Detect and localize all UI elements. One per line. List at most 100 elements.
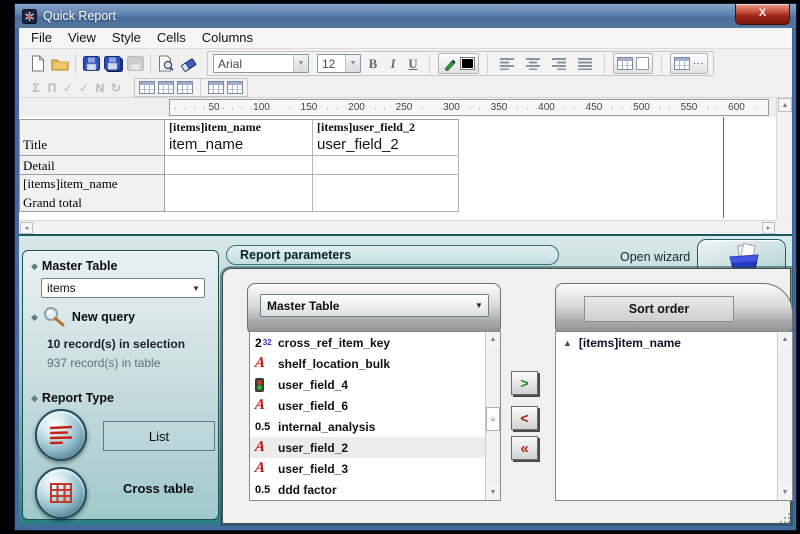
add-field-button[interactable]: > [511,371,538,395]
field-list-item[interactable]: 232cross_ref_item_key [250,332,485,353]
list-label: List [149,429,169,444]
font-color-button[interactable] [438,53,479,74]
master-table-value: items [42,281,188,295]
real-type-icon: 0.5 [254,484,278,496]
menu-view[interactable]: View [60,28,104,48]
add-row-icon[interactable] [158,81,174,94]
title-bar[interactable]: Quick Report X [15,4,796,28]
ruler-tick-label: 600 [726,102,747,114]
resize-grip[interactable] [784,517,786,519]
field-list-item[interactable]: Ashelf_location_bulk [250,353,485,374]
field-list-item[interactable]: user_field_4 [250,374,485,395]
scroll-thumb[interactable]: ≡ [486,407,500,431]
horizontal-scrollbar[interactable]: ◂ ▸ [19,220,776,234]
horizontal-ruler[interactable]: 50100150200250300350400450500550600 [169,99,769,116]
format-eraser-icon[interactable] [177,54,199,74]
scroll-down-arrow[interactable]: ▼ [778,485,792,500]
cell-borders-button[interactable]: ... [670,53,708,74]
scroll-up-arrow[interactable]: ▲ [778,98,792,112]
combo-arrow-icon[interactable]: ▼ [470,301,488,310]
detail-cell[interactable] [313,156,459,175]
field-list-item[interactable]: 0.5internal_analysis [250,416,485,437]
toolbar-separator [661,54,662,74]
font-family-select[interactable]: Arial ▼ [213,54,309,73]
combo-arrow-icon[interactable]: ▼ [345,55,360,72]
row-label-grand-total[interactable]: Grand total [19,193,165,212]
title-cell-item-name[interactable]: item_name [165,134,313,156]
menu-style[interactable]: Style [104,28,149,48]
ruler-tick-label: 350 [489,102,510,114]
underline-button[interactable]: U [405,56,421,72]
master-table-select[interactable]: items ▼ [41,278,205,298]
bold-button[interactable]: B [365,56,381,72]
sort-scrollbar[interactable]: ▲ ▼ [777,332,792,500]
scroll-left-arrow[interactable]: ◂ [20,222,33,234]
menu-file[interactable]: File [23,28,60,48]
list-report-button[interactable] [35,409,87,461]
sort-order-list[interactable]: ▲[items]item_name ▲ ▼ [555,331,793,501]
scroll-up-arrow[interactable]: ▲ [486,332,500,347]
save-icon[interactable] [80,54,102,74]
open-folder-icon[interactable] [49,54,71,74]
quick-report-window: Quick Report X File View Style Cells Col… [14,3,797,531]
row-column-group [134,78,248,97]
scroll-down-arrow[interactable]: ▼ [486,485,500,500]
repeat-icon: ↻ [108,81,124,95]
row-label-detail[interactable]: Detail [19,156,165,175]
italic-button[interactable]: I [385,56,401,72]
list-type-selected-frame[interactable]: List [103,421,215,451]
scroll-right-arrow[interactable]: ▸ [762,222,775,234]
cross-table-icon [48,482,74,504]
grand-total-cell[interactable] [313,193,459,212]
row-label-title[interactable]: Title [19,134,165,156]
field-list-item[interactable]: Auser_field_3 [250,458,485,479]
field-name: ddd factor [278,483,337,497]
scroll-up-arrow[interactable]: ▲ [778,332,792,347]
sort-list-item[interactable]: ▲[items]item_name [556,332,777,354]
insert-column-right-icon[interactable] [227,81,243,94]
align-center-icon[interactable] [522,54,544,74]
combo-arrow-icon[interactable]: ▼ [293,55,308,72]
sort-field-name: [items]item_name [579,336,681,350]
menu-cells[interactable]: Cells [149,28,194,48]
traffic-light-icon [255,378,264,392]
field-list-item[interactable]: Auser_field_2 [250,437,485,458]
cross-table-report-button[interactable] [35,467,87,519]
new-document-icon[interactable] [27,54,49,74]
align-left-icon[interactable] [496,54,518,74]
vertical-scrollbar[interactable]: ▲ ▼ [776,98,792,234]
open-wizard-label: Open wizard [620,250,690,264]
format-group: Arial ▼ 12 ▼ B I U [207,51,714,76]
save-all-icon[interactable] [102,54,124,74]
sort-order-container: Sort order [555,283,793,335]
field-table-value: Master Table [261,299,470,313]
title-cell-user-field-2[interactable]: user_field_2 [313,134,459,156]
cell-fill-button[interactable] [613,53,653,74]
remove-all-fields-button[interactable]: « [511,436,538,460]
detail-cell[interactable] [165,156,313,175]
close-button[interactable]: X [735,4,790,25]
field-table-select[interactable]: Master Table ▼ [260,294,489,317]
available-fields-list[interactable]: 232cross_ref_item_keyAshelf_location_bul… [249,331,501,501]
field-list-item[interactable]: Auser_field_6 [250,395,485,416]
combo-arrow-icon[interactable]: ▼ [188,284,204,293]
delete-cells-icon[interactable] [177,81,193,94]
grand-total-cell[interactable] [165,193,313,212]
ruler-tick-label: 450 [584,102,605,114]
field-list-item[interactable]: 0.5ddd factor [250,479,485,500]
align-justify-icon[interactable] [574,54,596,74]
ruler-tick-label: 550 [679,102,700,114]
window-title: Quick Report [43,9,116,23]
insert-column-left-icon[interactable] [208,81,224,94]
remove-field-button[interactable]: < [511,406,538,430]
font-size-select[interactable]: 12 ▼ [317,54,361,73]
align-right-icon[interactable] [548,54,570,74]
master-table-label: ◆ Master Table [31,259,117,273]
print-preview-icon[interactable] [155,54,177,74]
color-swatch-white [636,57,649,70]
new-query-button[interactable]: ◆ New query [31,306,135,328]
add-column-icon[interactable] [139,81,155,94]
fields-scrollbar[interactable]: ▲ ≡ ▼ [485,332,500,500]
alpha-type-icon: A [253,355,279,372]
menu-columns[interactable]: Columns [194,28,261,48]
